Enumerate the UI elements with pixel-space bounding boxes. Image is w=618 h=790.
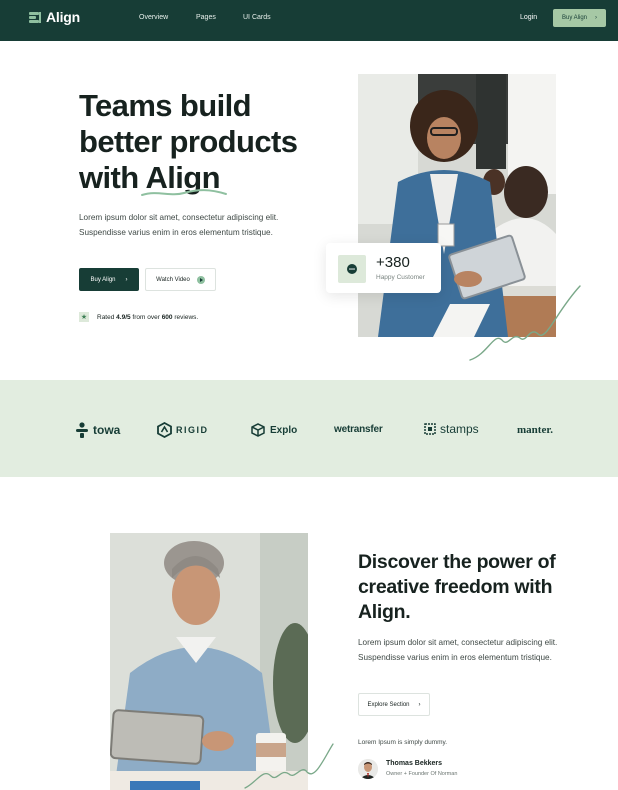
logo-stamps-text: stamps bbox=[440, 422, 479, 436]
author-avatar bbox=[358, 759, 378, 779]
chevron-right-icon: › bbox=[418, 701, 421, 708]
underline-squiggle-icon bbox=[141, 189, 227, 196]
testimonial-quote: Lorem Ipsum is simply dummy. bbox=[358, 739, 448, 746]
decorative-swirl-icon bbox=[244, 743, 334, 789]
nav-link-ui-cards[interactable]: UI Cards bbox=[243, 14, 271, 21]
hero-title: Teams build better products with Align bbox=[79, 88, 339, 196]
watch-video-label: Watch Video bbox=[156, 276, 190, 283]
login-link[interactable]: Login bbox=[520, 14, 537, 21]
customer-label: Happy Customer bbox=[376, 274, 425, 281]
play-icon bbox=[196, 275, 205, 284]
logo-explo: Explo bbox=[250, 422, 297, 438]
hero-buy-button[interactable]: Buy Align › bbox=[79, 268, 139, 291]
top-navbar: Align Overview Pages UI Cards Login Buy … bbox=[0, 0, 618, 41]
author-name: Thomas Bekkers bbox=[386, 760, 443, 767]
logo-rigid: RIGID bbox=[157, 422, 209, 438]
customer-count: +380 bbox=[376, 254, 410, 271]
logo-explo-text: Explo bbox=[270, 424, 298, 436]
logo-stamps: stamps bbox=[424, 422, 479, 436]
logo-rigid-text: RIGID bbox=[176, 425, 209, 435]
author-role: Owner + Founder Of Norman bbox=[386, 771, 458, 777]
nav-buy-button[interactable]: Buy Align › bbox=[553, 9, 606, 27]
brand-logo[interactable]: Align bbox=[29, 9, 80, 25]
hero-description: Lorem ipsum dolor sit amet, consectetur … bbox=[79, 213, 279, 237]
rating-text: Rated 4.9/5 from over 600 reviews. bbox=[97, 314, 198, 321]
section-description: Lorem ipsum dolor sit amet, consectetur … bbox=[358, 638, 558, 662]
align-logo-icon bbox=[29, 11, 41, 23]
chevron-right-icon: › bbox=[595, 15, 598, 21]
rating-line: ★ Rated 4.9/5 from over 600 reviews. bbox=[79, 312, 198, 322]
towa-logo-icon bbox=[76, 422, 88, 438]
rating-count: 600 bbox=[161, 313, 173, 321]
logo-towa: towa bbox=[75, 422, 120, 438]
logo-towa-text: towa bbox=[93, 423, 121, 437]
decorative-swirl-icon bbox=[469, 285, 581, 361]
logo-manter: manter. bbox=[517, 424, 553, 436]
logo-manter-text: manter. bbox=[517, 424, 553, 436]
explo-logo-icon bbox=[251, 423, 265, 437]
chevron-right-icon: › bbox=[125, 276, 128, 283]
nav-buy-label: Buy Align bbox=[561, 15, 588, 21]
hero-buy-label: Buy Align bbox=[90, 276, 116, 283]
hero-title-line1: Teams build bbox=[79, 88, 252, 123]
chat-bubble-icon bbox=[338, 255, 366, 283]
hero-title-line2: better products bbox=[79, 124, 298, 159]
happy-customer-card: +380 Happy Customer bbox=[326, 243, 441, 293]
logo-wetransfer: wetransfer bbox=[334, 424, 383, 435]
star-icon: ★ bbox=[79, 312, 89, 322]
rating-suffix: reviews. bbox=[172, 313, 199, 321]
nav-link-overview[interactable]: Overview bbox=[139, 14, 168, 21]
stamps-logo-icon bbox=[424, 423, 436, 435]
explore-section-label: Explore Section bbox=[367, 701, 410, 708]
logo-wetransfer-text: wetransfer bbox=[334, 424, 383, 435]
explore-section-button[interactable]: Explore Section › bbox=[358, 693, 430, 716]
rating-prefix: Rated bbox=[97, 313, 117, 321]
rating-middle: from over bbox=[130, 313, 162, 321]
rating-score: 4.9/5 bbox=[116, 313, 131, 321]
section-title: Discover the power of creative freedom w… bbox=[358, 551, 556, 623]
watch-video-button[interactable]: Watch Video bbox=[145, 268, 216, 291]
brand-name: Align bbox=[46, 9, 80, 25]
rigid-logo-icon bbox=[157, 422, 172, 438]
nav-link-pages[interactable]: Pages bbox=[196, 14, 216, 21]
